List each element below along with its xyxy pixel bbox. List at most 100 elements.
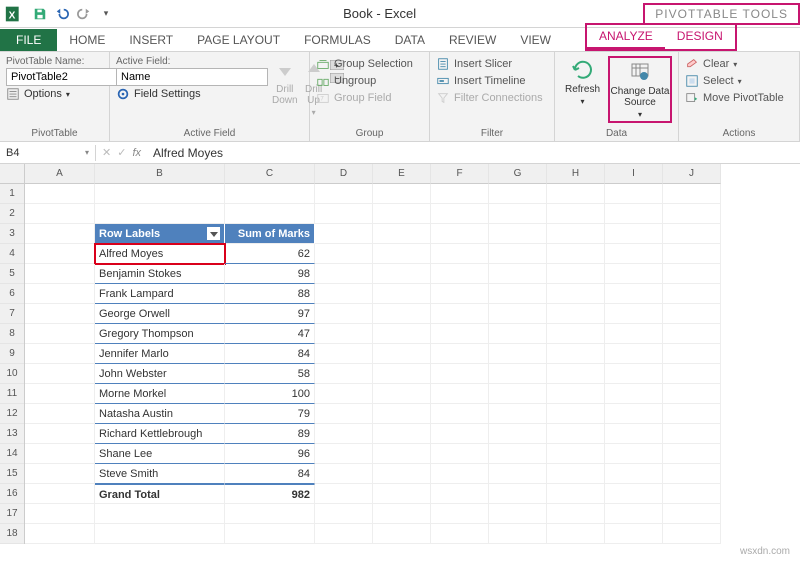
cell[interactable] [605, 364, 663, 384]
cell[interactable] [605, 184, 663, 204]
group-selection-button[interactable]: Group Selection [316, 56, 413, 72]
cell[interactable] [25, 224, 95, 244]
pivot-row-value[interactable]: 62 [225, 244, 315, 264]
pivot-row-label[interactable]: Gregory Thompson [95, 324, 225, 344]
cell[interactable] [547, 184, 605, 204]
cell[interactable] [315, 304, 373, 324]
cell[interactable] [605, 444, 663, 464]
pivot-row-value[interactable]: 58 [225, 364, 315, 384]
column-header-J[interactable]: J [663, 164, 721, 184]
cell[interactable] [663, 304, 721, 324]
ungroup-button[interactable]: Ungroup [316, 73, 413, 89]
pivot-row-value[interactable]: 100 [225, 384, 315, 404]
pivot-row-label[interactable]: Jennifer Marlo [95, 344, 225, 364]
tab-review[interactable]: REVIEW [437, 29, 508, 51]
cell[interactable] [431, 324, 489, 344]
cell[interactable] [25, 204, 95, 224]
cell[interactable] [373, 484, 431, 504]
column-header-F[interactable]: F [431, 164, 489, 184]
cell[interactable] [605, 244, 663, 264]
row-header-1[interactable]: 1 [0, 184, 24, 204]
cell[interactable] [25, 384, 95, 404]
cell[interactable] [663, 324, 721, 344]
cell[interactable] [373, 304, 431, 324]
pivot-row-label[interactable]: George Orwell [95, 304, 225, 324]
column-header-E[interactable]: E [373, 164, 431, 184]
cell[interactable] [605, 464, 663, 484]
cell[interactable] [25, 504, 95, 524]
active-field-input[interactable] [116, 68, 268, 86]
cell[interactable] [95, 524, 225, 544]
cell[interactable] [431, 304, 489, 324]
tab-home[interactable]: HOME [57, 29, 117, 51]
cell[interactable] [373, 464, 431, 484]
cell[interactable] [605, 264, 663, 284]
pivot-row-value[interactable]: 47 [225, 324, 315, 344]
row-header-18[interactable]: 18 [0, 524, 24, 544]
cell[interactable] [489, 304, 547, 324]
pivot-row-value[interactable]: 84 [225, 344, 315, 364]
cell[interactable] [489, 264, 547, 284]
cell[interactable] [605, 304, 663, 324]
grand-total-label[interactable]: Grand Total [95, 484, 225, 504]
tab-formulas[interactable]: FORMULAS [292, 29, 383, 51]
cell[interactable] [431, 224, 489, 244]
cell[interactable] [315, 324, 373, 344]
cell[interactable] [431, 384, 489, 404]
cell[interactable] [315, 424, 373, 444]
cell[interactable] [663, 404, 721, 424]
cell[interactable] [663, 184, 721, 204]
cell[interactable] [605, 344, 663, 364]
cell[interactable] [489, 224, 547, 244]
cell[interactable] [663, 384, 721, 404]
cell[interactable] [489, 184, 547, 204]
cell[interactable] [373, 224, 431, 244]
cell[interactable] [373, 384, 431, 404]
cell[interactable] [547, 464, 605, 484]
row-header-11[interactable]: 11 [0, 384, 24, 404]
row-header-13[interactable]: 13 [0, 424, 24, 444]
cell[interactable] [315, 384, 373, 404]
pivot-row-label[interactable]: Natasha Austin [95, 404, 225, 424]
cell[interactable] [489, 244, 547, 264]
column-header-G[interactable]: G [489, 164, 547, 184]
cell[interactable] [373, 204, 431, 224]
select-button[interactable]: Select▾ [685, 73, 784, 89]
cell[interactable] [315, 464, 373, 484]
enter-icon[interactable]: ✓ [117, 146, 126, 159]
cell[interactable] [663, 424, 721, 444]
cell[interactable] [605, 324, 663, 344]
cell[interactable] [489, 204, 547, 224]
cell[interactable] [95, 504, 225, 524]
grand-total-value[interactable]: 982 [225, 484, 315, 504]
cell[interactable] [315, 284, 373, 304]
cell[interactable] [663, 464, 721, 484]
pivot-row-label[interactable]: Frank Lampard [95, 284, 225, 304]
row-header-17[interactable]: 17 [0, 504, 24, 524]
cell[interactable] [489, 424, 547, 444]
save-icon[interactable] [30, 4, 50, 24]
cell[interactable] [225, 204, 315, 224]
cell[interactable] [315, 444, 373, 464]
select-all-corner[interactable] [0, 164, 24, 184]
cell[interactable] [25, 244, 95, 264]
cell[interactable] [431, 444, 489, 464]
row-header-3[interactable]: 3 [0, 224, 24, 244]
cell[interactable] [431, 284, 489, 304]
pivot-row-labels-header[interactable]: Row Labels [95, 224, 225, 244]
cell[interactable] [663, 204, 721, 224]
cell[interactable] [25, 464, 95, 484]
column-header-A[interactable]: A [25, 164, 95, 184]
cell[interactable] [315, 184, 373, 204]
row-header-10[interactable]: 10 [0, 364, 24, 384]
pivot-row-value[interactable]: 84 [225, 464, 315, 484]
row-header-9[interactable]: 9 [0, 344, 24, 364]
cell[interactable] [489, 284, 547, 304]
tab-file[interactable]: FILE [0, 29, 57, 51]
cell[interactable] [25, 524, 95, 544]
cell[interactable] [25, 184, 95, 204]
row-header-8[interactable]: 8 [0, 324, 24, 344]
clear-button[interactable]: Clear▾ [685, 56, 784, 72]
cell[interactable] [315, 404, 373, 424]
cell[interactable] [547, 244, 605, 264]
